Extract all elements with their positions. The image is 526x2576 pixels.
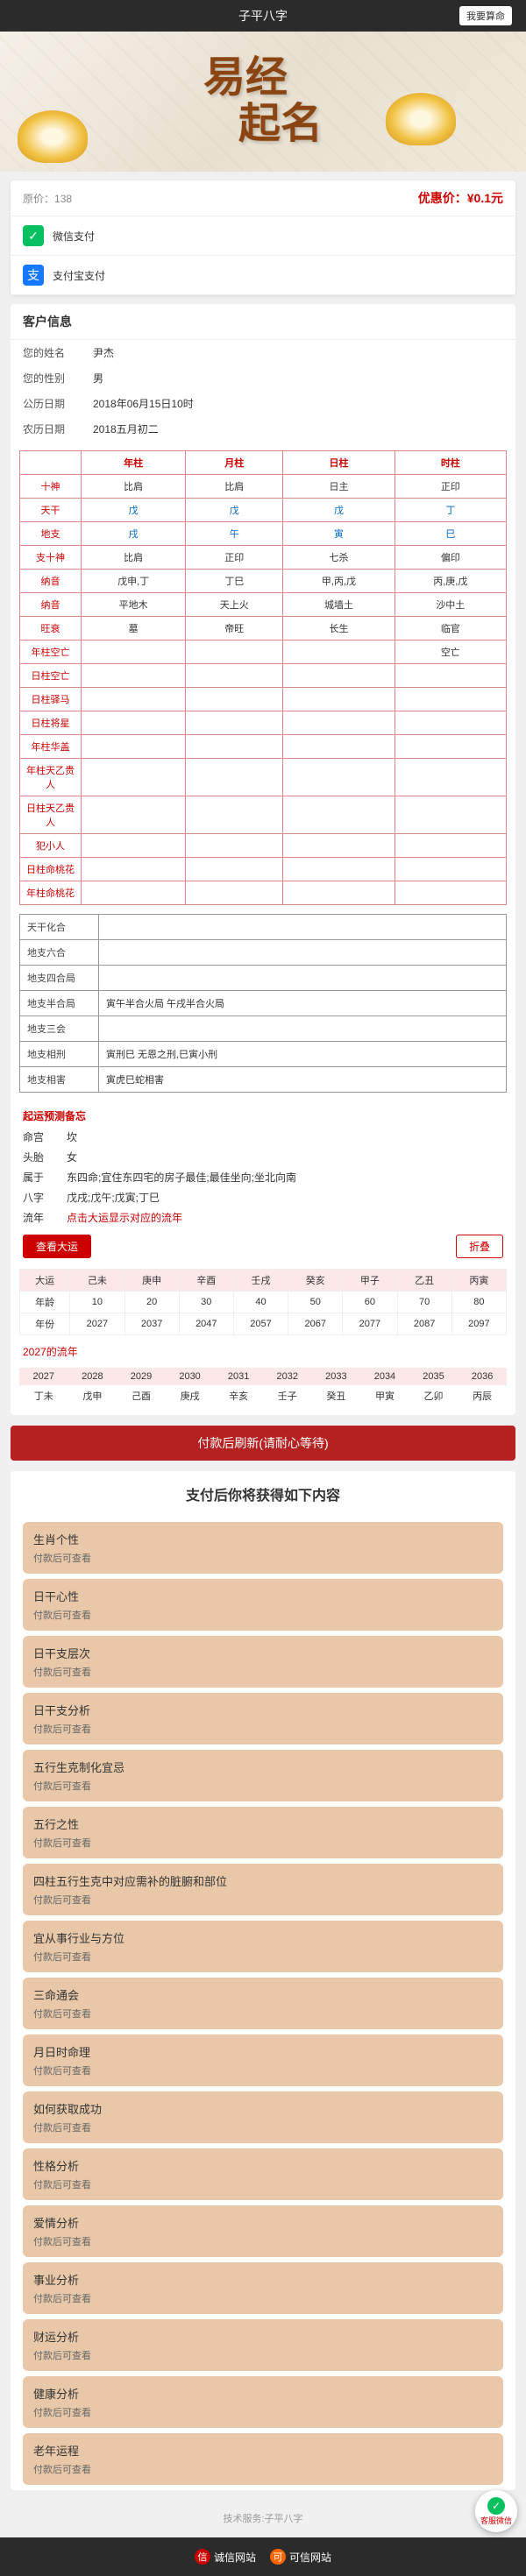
pay-label: 支付宝支付 — [53, 268, 105, 283]
bazi-row: 地支戌午寅巳 — [20, 522, 507, 546]
bazi-row: 天干戊戊戊丁 — [20, 499, 507, 522]
footer-note: 技术服务:子平八字 — [0, 2499, 526, 2537]
dayun-row: 年龄1020304050607080 — [20, 1292, 507, 1313]
top-bar: 子平八字 我要算命 — [0, 0, 526, 32]
bazi-row: 日柱天乙贵人 — [20, 796, 507, 834]
original-price: 原价：138 — [23, 191, 72, 206]
relation-row: 地支四合局 — [20, 966, 507, 991]
pay-refresh-button[interactable]: 付款后刷新(请耐心等待) — [11, 1426, 515, 1461]
advice-title: 起运预测备忘 — [11, 1101, 515, 1127]
advice-row: 头胎女 — [11, 1147, 515, 1167]
relations-table: 天干化合地支六合地支四合局地支半合局寅午半合火局 午戌半合火局地支三会地支相刑寅… — [19, 914, 507, 1093]
dayun-row: 年份20272037204720572067207720872097 — [20, 1313, 507, 1335]
lotus-decoration — [18, 110, 88, 163]
wechat-icon: ✓ — [487, 2497, 505, 2515]
badge-icon: 可 — [270, 2549, 286, 2565]
footer-bar: 信诚信网站可可信网站 — [0, 2537, 526, 2576]
unlock-item: 五行之性付款后可查看 — [23, 1807, 503, 1858]
bazi-row: 日柱将星 — [20, 711, 507, 735]
unlock-item: 宜从事行业与方位付款后可查看 — [23, 1921, 503, 1972]
lotus-decoration — [386, 93, 456, 145]
customer-info-title: 客户信息 — [11, 304, 515, 340]
unlock-item: 日干支层次付款后可查看 — [23, 1636, 503, 1688]
info-row: 农历日期2018五月初二 — [11, 416, 515, 442]
relation-row: 地支相害寅虎巳蛇相害 — [20, 1067, 507, 1093]
advice-row: 八字戊戌;戊午;戊寅;丁巳 — [11, 1187, 515, 1207]
relation-row: 地支半合局寅午半合火局 午戌半合火局 — [20, 991, 507, 1016]
customer-info: 客户信息 您的姓名尹杰您的性别男公历日期2018年06月15日10时农历日期20… — [11, 304, 515, 1415]
price-card: 原价：138 优惠价：¥0.1元 ✓ 微信支付 支 支付宝支付 — [11, 180, 515, 295]
unlock-item: 五行生克制化宜忌付款后可查看 — [23, 1750, 503, 1801]
bazi-row: 年柱华盖 — [20, 735, 507, 759]
header-action-button[interactable]: 我要算命 — [459, 6, 512, 25]
advice-row: 属于东四命;宜住东四宅的房子最佳;最佳坐向;坐北向南 — [11, 1167, 515, 1187]
dayun-table: 大运己未庚申辛酉壬戌癸亥甲子乙丑丙寅年龄1020304050607080年份20… — [19, 1269, 507, 1335]
unlock-item: 爱情分析付款后可查看 — [23, 2205, 503, 2257]
advice-row: 流年点击大运显示对应的流年 — [11, 1207, 515, 1228]
unlock-title: 支付后你将获得如下内容 — [11, 1471, 515, 1517]
bazi-row: 日柱空亡 — [20, 664, 507, 688]
unlock-section: 支付后你将获得如下内容 生肖个性付款后可查看日干心性付款后可查看日干支层次付款后… — [11, 1471, 515, 2490]
unlock-item: 性格分析付款后可查看 — [23, 2148, 503, 2200]
dayun-row: 大运己未庚申辛酉壬戌癸亥甲子乙丑丙寅 — [20, 1270, 507, 1292]
page-title: 子平八字 — [67, 7, 459, 25]
liunian-row: 2027202820292030203120322033203420352036 — [19, 1368, 507, 1385]
bazi-row: 年柱空亡空亡 — [20, 640, 507, 664]
unlock-item: 日干心性付款后可查看 — [23, 1579, 503, 1631]
dayun-toggle: 查看大运 折叠 — [11, 1228, 515, 1265]
bazi-row: 纳音戊申,丁丁巳甲,丙,戊丙,庚,戊 — [20, 570, 507, 593]
bazi-row: 年柱命桃花 — [20, 881, 507, 905]
advice-row: 命宫坎 — [11, 1127, 515, 1147]
unlock-item: 月日时命理付款后可查看 — [23, 2035, 503, 2086]
wechat-icon: ✓ — [23, 225, 44, 246]
liunian-row: 丁未戊申己酉庚戌辛亥壬子癸丑甲寅乙卯丙辰 — [19, 1385, 507, 1406]
info-row: 公历日期2018年06月15日10时 — [11, 391, 515, 416]
relation-row: 地支相刑寅刑巳 无恩之刑,巳寅小刑 — [20, 1042, 507, 1067]
bazi-row: 支十神比肩正印七杀偏印 — [20, 546, 507, 570]
bazi-row: 纳音平地木天上火城墙土沙中土 — [20, 593, 507, 617]
pay-option-alipay[interactable]: 支 支付宝支付 — [11, 256, 515, 295]
unlock-item: 日干支分析付款后可查看 — [23, 1693, 503, 1744]
bazi-row: 日柱命桃花 — [20, 858, 507, 881]
bazi-row: 十神比肩比肩日主正印 — [20, 475, 507, 499]
bazi-row: 年柱天乙贵人 — [20, 759, 507, 796]
pay-label: 微信支付 — [53, 229, 95, 244]
collapse-button[interactable]: 折叠 — [456, 1235, 503, 1258]
unlock-item: 健康分析付款后可查看 — [23, 2376, 503, 2428]
trust-badge[interactable]: 信诚信网站 — [195, 2549, 256, 2565]
expand-dayun-button[interactable]: 查看大运 — [23, 1235, 91, 1258]
unlock-item: 财运分析付款后可查看 — [23, 2319, 503, 2371]
alipay-icon: 支 — [23, 265, 44, 286]
unlock-item: 老年运程付款后可查看 — [23, 2433, 503, 2485]
relation-row: 地支三会 — [20, 1016, 507, 1042]
liunian-table: 2027202820292030203120322033203420352036… — [19, 1368, 507, 1406]
unlock-item: 如何获取成功付款后可查看 — [23, 2091, 503, 2143]
banner-title: 易经 起名 — [203, 55, 323, 148]
unlock-item: 三命通会付款后可查看 — [23, 1978, 503, 2029]
bazi-row: 犯小人 — [20, 834, 507, 858]
contact-float-button[interactable]: ✓ 客服微信 — [475, 2490, 517, 2532]
promo-price: 优惠价：¥0.1元 — [418, 189, 503, 207]
relation-row: 天干化合 — [20, 915, 507, 940]
unlock-item: 事业分析付款后可查看 — [23, 2262, 503, 2314]
info-row: 您的姓名尹杰 — [11, 340, 515, 365]
liunian-title: 2027的流年 — [11, 1339, 515, 1364]
bazi-table: 年柱月柱日柱时柱 十神比肩比肩日主正印天干戊戊戊丁地支戌午寅巳支十神比肩正印七杀… — [19, 450, 507, 905]
bazi-row: 旺衰墓帝旺长生临官 — [20, 617, 507, 640]
unlock-item: 四柱五行生克中对应需补的脏腑和部位付款后可查看 — [23, 1864, 503, 1915]
unlock-item: 生肖个性付款后可查看 — [23, 1522, 503, 1574]
badge-icon: 信 — [195, 2549, 210, 2565]
trust-badge[interactable]: 可可信网站 — [270, 2549, 331, 2565]
relation-row: 地支六合 — [20, 940, 507, 966]
price-row: 原价：138 优惠价：¥0.1元 — [11, 180, 515, 216]
info-row: 您的性别男 — [11, 365, 515, 391]
bazi-row: 日柱驿马 — [20, 688, 507, 711]
pay-option-wechat[interactable]: ✓ 微信支付 — [11, 216, 515, 256]
banner: 易经 起名 — [0, 32, 526, 172]
